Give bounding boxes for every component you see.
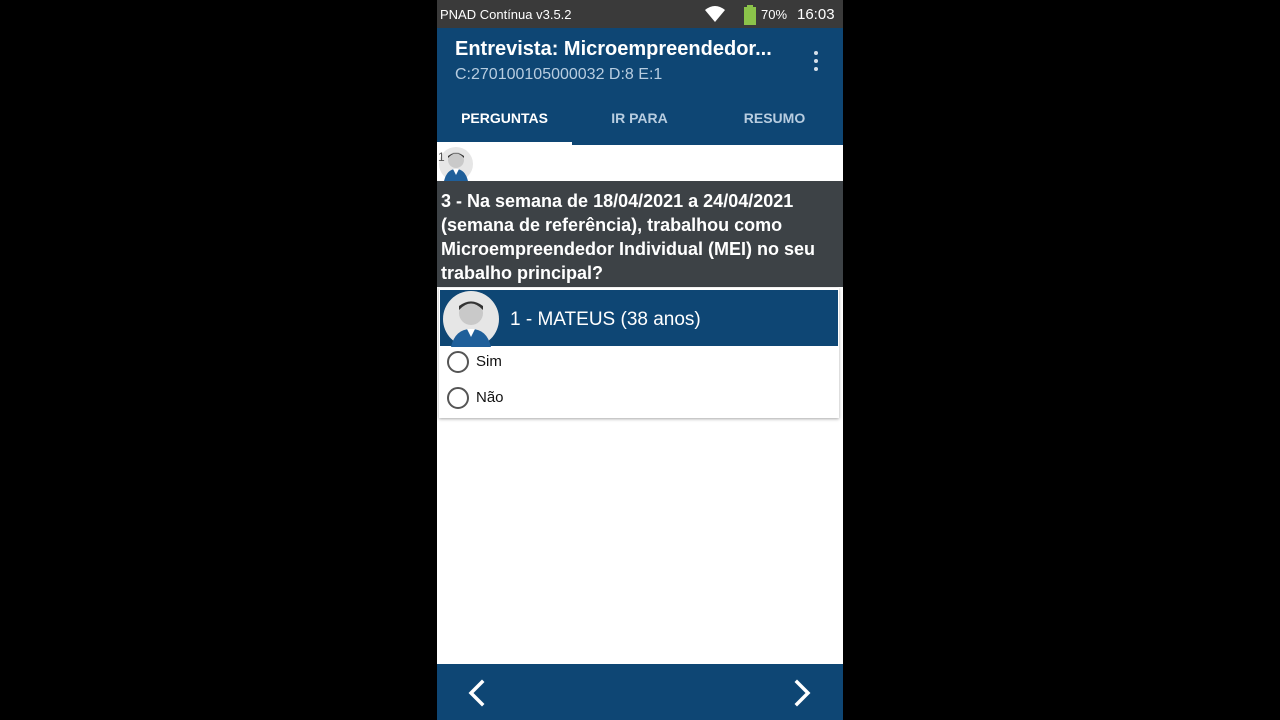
status-bar: PNAD Contínua v3.5.2 70% 16:03: [437, 0, 843, 28]
tab-bar: PERGUNTAS IR PARA RESUMO: [437, 90, 843, 145]
question-text: 3 - Na semana de 18/04/2021 a 24/04/2021…: [441, 191, 816, 283]
status-time: 16:03: [797, 6, 835, 23]
status-app-label: PNAD Contínua v3.5.2: [440, 7, 572, 22]
bottom-nav-bar: [437, 664, 843, 720]
respondent-avatar-icon: [443, 291, 499, 347]
member-number: 1: [438, 150, 445, 164]
battery-percent: 70%: [761, 7, 788, 22]
option-label[interactable]: Não: [476, 389, 504, 406]
respondent-card: 1 - MATEUS (38 anos) Sim Não: [439, 288, 839, 418]
chevron-right-icon[interactable]: [787, 678, 817, 708]
option-sim[interactable]: Sim: [439, 346, 839, 382]
question-panel: 3 - Na semana de 18/04/2021 a 24/04/2021…: [437, 181, 843, 287]
battery-icon: [743, 5, 757, 28]
app-bar: Entrevista: Microempreendedor... C:27010…: [437, 28, 843, 145]
chevron-left-icon[interactable]: [462, 678, 492, 708]
radio-button[interactable]: [447, 387, 469, 409]
tab-resumo[interactable]: RESUMO: [707, 90, 842, 145]
radio-button[interactable]: [447, 351, 469, 373]
more-vert-icon[interactable]: [809, 48, 823, 74]
member-strip: 1: [437, 145, 843, 181]
respondent-header: 1 - MATEUS (38 anos): [440, 290, 838, 347]
phone-screen: PNAD Contínua v3.5.2 70% 16:03 Entrevist…: [437, 0, 843, 720]
wifi-icon: [705, 6, 725, 25]
option-nao[interactable]: Não: [439, 382, 839, 418]
page-title: Entrevista: Microempreendedor...: [455, 38, 772, 60]
tab-ir-para[interactable]: IR PARA: [572, 90, 707, 145]
page-subtitle: C:270100105000032 D:8 E:1: [455, 66, 663, 83]
respondent-name: 1 - MATEUS (38 anos): [510, 309, 701, 330]
tab-perguntas[interactable]: PERGUNTAS: [437, 90, 572, 145]
option-label[interactable]: Sim: [476, 353, 502, 370]
